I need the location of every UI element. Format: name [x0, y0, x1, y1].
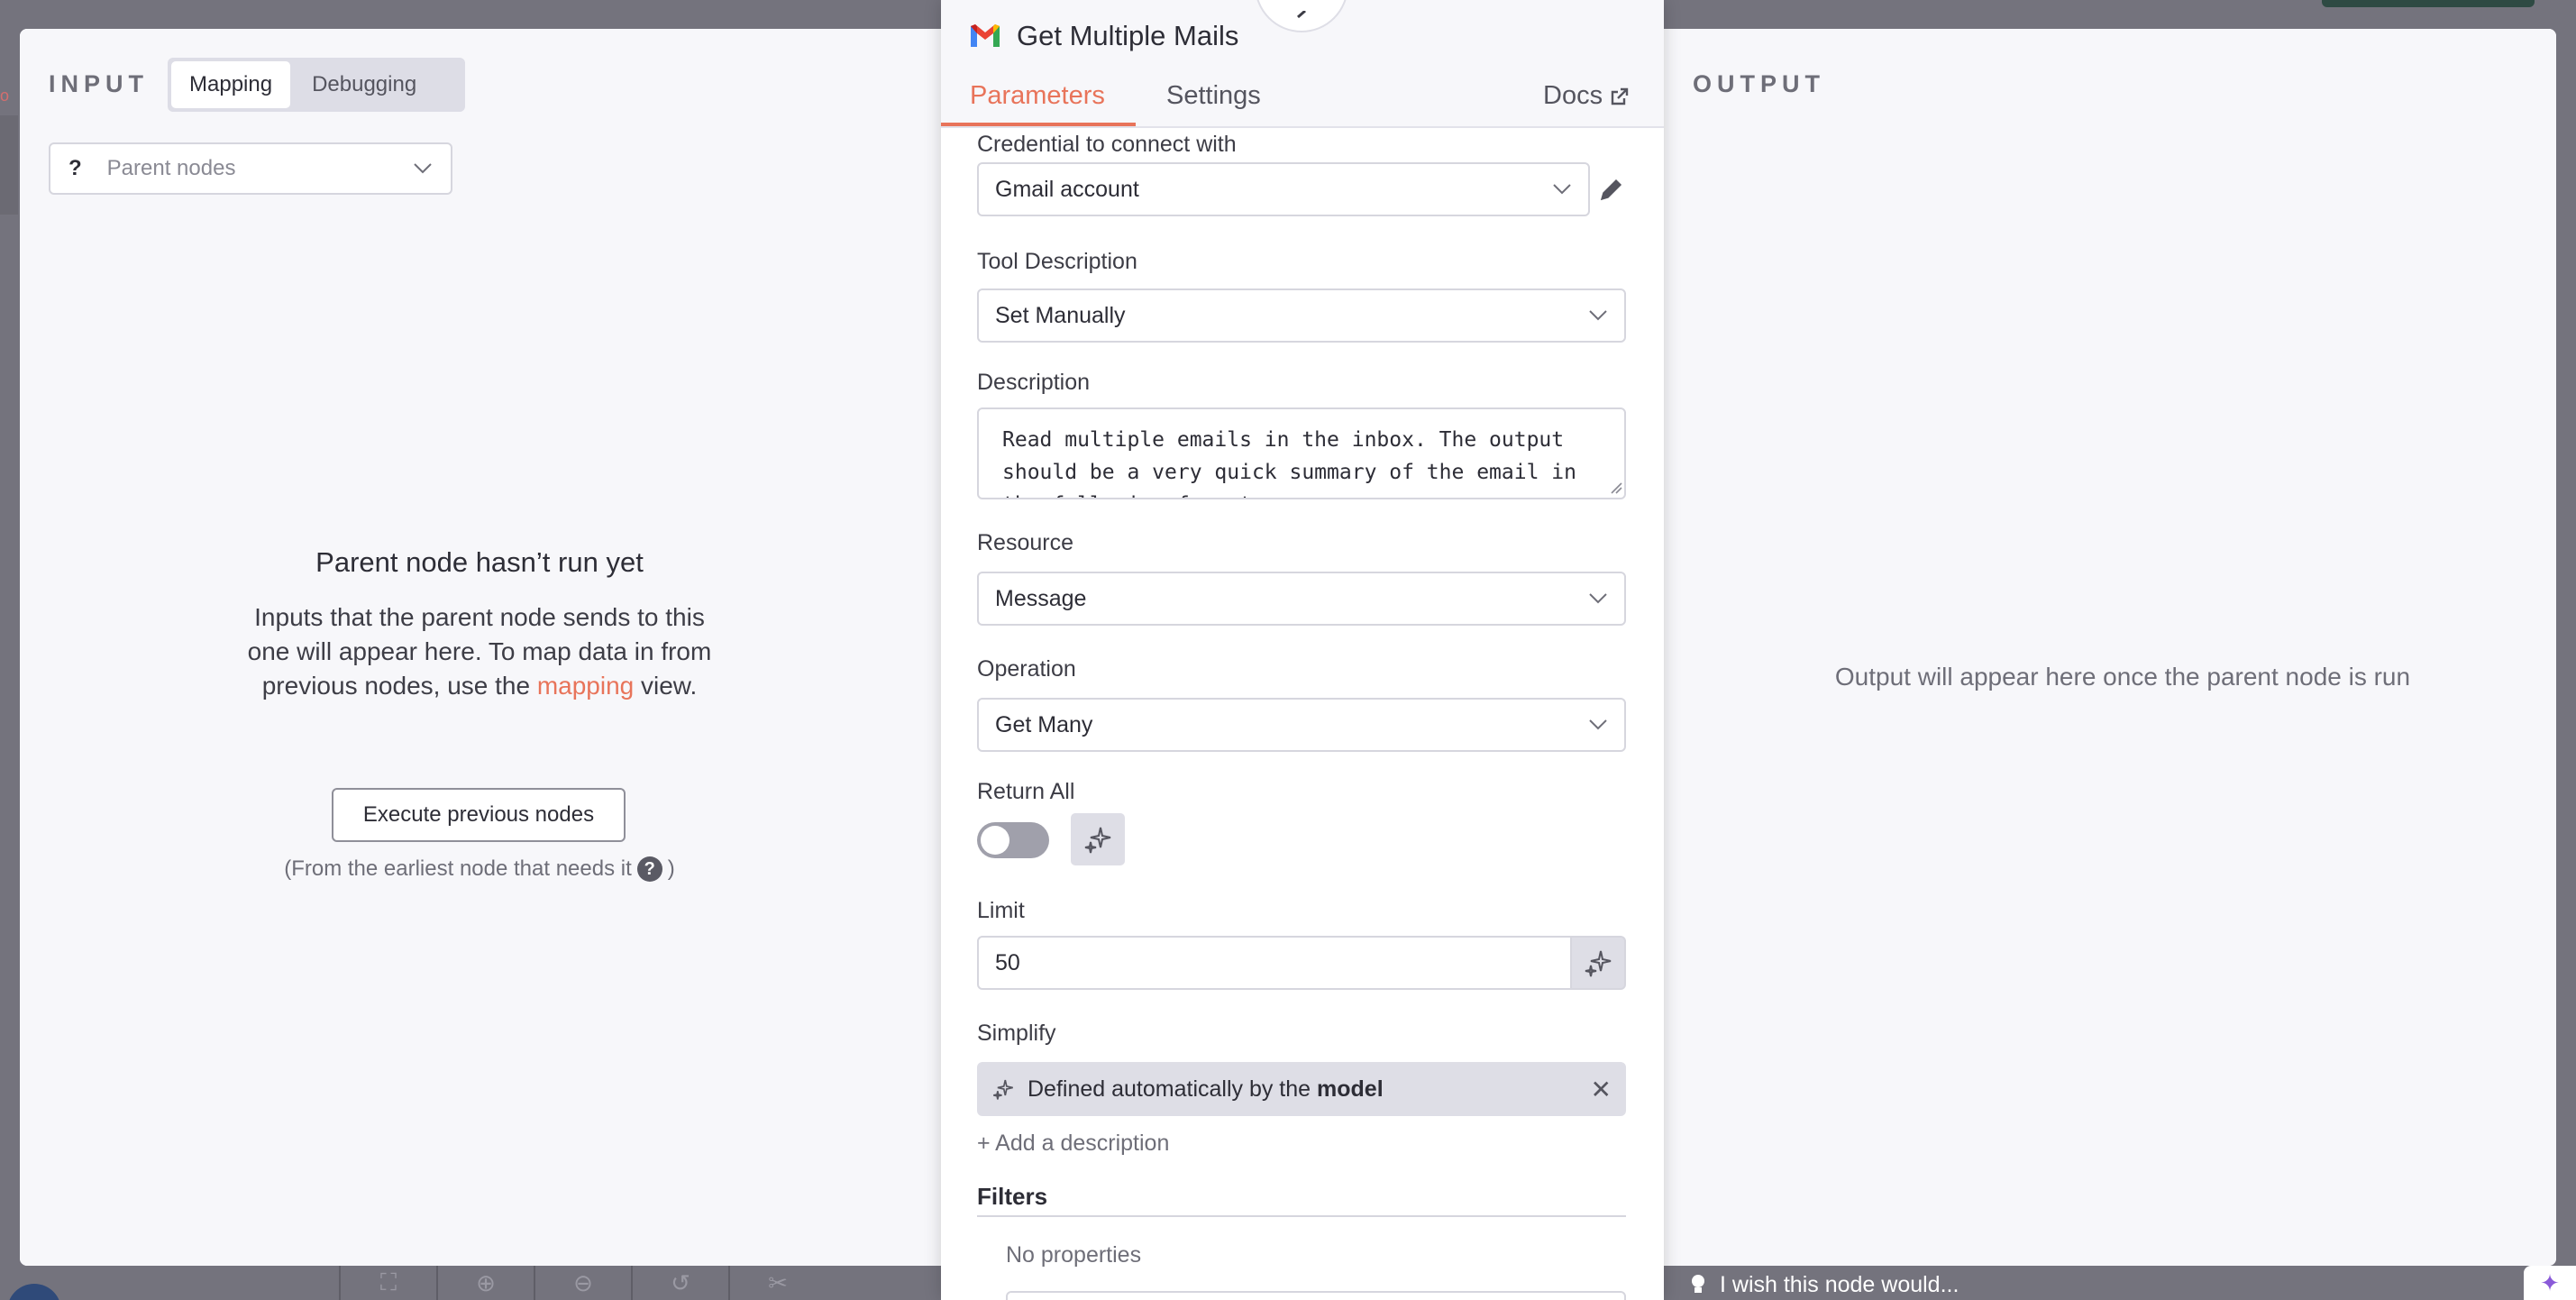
credential-select[interactable]: Gmail account: [977, 162, 1590, 216]
description-label: Description: [977, 370, 1091, 395]
operation-label: Operation: [977, 656, 1076, 682]
resource-select[interactable]: Message: [977, 572, 1626, 626]
ai-override-button[interactable]: [1071, 813, 1125, 865]
output-panel: [1664, 29, 2556, 1266]
simplify-auto-value: Defined automatically by the model ✕: [977, 1062, 1626, 1116]
chevron-left-icon: [1297, 11, 1306, 19]
empty-state-title: Parent node hasn’t run yet: [315, 546, 644, 578]
simplify-label: Simplify: [977, 1021, 1056, 1046]
gmail-icon: [971, 24, 1000, 47]
credential-label: Credential to connect with: [977, 132, 1237, 157]
chevron-down-icon: [1589, 593, 1607, 604]
resource-value: Message: [995, 585, 1087, 611]
execute-note-text: (From the earliest node that needs it: [284, 856, 632, 881]
node-title[interactable]: Get Multiple Mails: [1017, 20, 1238, 52]
input-panel-label: INPUT: [49, 70, 149, 97]
input-mode-switch: Mapping Debugging: [168, 58, 465, 112]
tidy-up-icon[interactable]: ✂: [728, 1266, 826, 1300]
limit-label: Limit: [977, 898, 1025, 923]
canvas-node-handle-icon: o: [0, 87, 10, 105]
empty-state-text-end: view.: [641, 672, 698, 700]
chevron-down-icon: [1589, 310, 1607, 321]
parent-nodes-select[interactable]: ? Parent nodes: [49, 142, 452, 195]
sparkle-icon: [993, 1079, 1013, 1100]
feedback-text: I wish this node would...: [1720, 1271, 1959, 1297]
external-link-icon: [1611, 87, 1629, 105]
output-empty-message: Output will appear here once the parent …: [1834, 663, 2411, 691]
question-icon: ?: [69, 156, 82, 180]
sparkle-icon: [1585, 950, 1612, 977]
edit-credential-icon[interactable]: [1597, 175, 1626, 204]
return-all-label: Return All: [977, 779, 1075, 804]
tab-mapping[interactable]: Mapping: [171, 61, 291, 108]
fit-view-icon[interactable]: ⛶: [339, 1266, 436, 1300]
sparkle-icon: [1084, 827, 1111, 854]
execute-note: (From the earliest node that needs it ? …: [238, 856, 721, 882]
empty-state-body: Inputs that the parent node sends to thi…: [238, 600, 721, 703]
output-panel-label: OUTPUT: [1693, 70, 1825, 97]
filters-label: Filters: [977, 1183, 1048, 1210]
docs-label: Docs: [1543, 81, 1603, 110]
lightbulb-icon: [1692, 1275, 1704, 1293]
tool-description-label: Tool Description: [977, 249, 1137, 274]
resource-label: Resource: [977, 530, 1073, 555]
operation-select[interactable]: Get Many: [977, 698, 1626, 752]
return-all-toggle[interactable]: [977, 822, 1049, 858]
credential-value: Gmail account: [995, 176, 1139, 202]
tool-description-value: Set Manually: [995, 302, 1126, 328]
filters-divider: [977, 1215, 1626, 1217]
simplify-auto-bold: model: [1317, 1076, 1384, 1102]
docs-link[interactable]: Docs: [1543, 81, 1630, 111]
description-textarea[interactable]: Read multiple emails in the inbox. The o…: [977, 407, 1626, 499]
operation-value: Get Many: [995, 711, 1093, 737]
reset-zoom-icon[interactable]: ↺: [631, 1266, 728, 1300]
toggle-knob: [981, 826, 1009, 855]
simplify-auto-text: Defined automatically by the: [1028, 1076, 1311, 1102]
add-description-link[interactable]: + Add a description: [977, 1131, 1169, 1157]
tab-settings[interactable]: Settings: [1166, 81, 1261, 111]
limit-input[interactable]: 50: [977, 936, 1572, 990]
chevron-down-icon: [414, 163, 432, 174]
resize-handle-icon[interactable]: [1610, 481, 1622, 494]
ask-ai-icon[interactable]: ✦: [2524, 1266, 2576, 1300]
execute-note-end: ): [667, 856, 675, 881]
canvas-toolbar: ⛶ ⊕ ⊖ ↺ ✂: [339, 1266, 826, 1300]
no-properties-text: No properties: [1006, 1242, 1142, 1268]
close-icon[interactable]: ✕: [1591, 1075, 1612, 1104]
chevron-down-icon: [1553, 184, 1571, 195]
feedback-link[interactable]: I wish this node would...: [1689, 1269, 1959, 1300]
zoom-out-icon[interactable]: ⊖: [534, 1266, 631, 1300]
tool-description-select[interactable]: Set Manually: [977, 288, 1626, 343]
parent-nodes-placeholder: Parent nodes: [106, 156, 236, 180]
active-tab-indicator: [941, 123, 1136, 126]
limit-ai-override-button[interactable]: [1572, 936, 1626, 990]
add-filter-select[interactable]: [1006, 1291, 1626, 1300]
mapping-link[interactable]: mapping: [537, 672, 634, 700]
zoom-in-icon[interactable]: ⊕: [436, 1266, 534, 1300]
chevron-down-icon: [1589, 719, 1607, 730]
avatar[interactable]: [7, 1284, 61, 1300]
canvas-node: [0, 115, 18, 215]
tab-parameters[interactable]: Parameters: [970, 81, 1105, 111]
help-icon[interactable]: ?: [636, 856, 662, 882]
canvas-top-button[interactable]: [2322, 0, 2535, 7]
execute-previous-nodes-button[interactable]: Execute previous nodes: [332, 788, 626, 842]
tab-debugging[interactable]: Debugging: [294, 61, 434, 108]
